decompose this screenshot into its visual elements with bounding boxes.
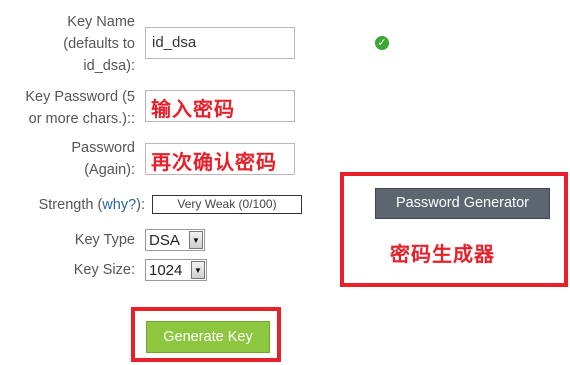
key-size-label: Key Size:	[73, 262, 135, 278]
password-generator-annotation: 密码生成器	[390, 242, 495, 266]
strength-label-text: Strength (	[38, 197, 103, 213]
key-password-label: Key Password (5 or more chars.)::	[25, 89, 135, 127]
password-generator-button[interactable]: Password Generator	[375, 188, 550, 219]
password-again-label: Password (Again):	[71, 140, 135, 178]
key-type-value: DSA	[149, 231, 180, 249]
password-again-annotation: 再次确认密码	[151, 150, 277, 174]
triangle-down-icon[interactable]: ▼	[191, 261, 205, 279]
triangle-down-icon[interactable]: ▼	[189, 231, 203, 249]
key-name-label: Key Name (defaults to id_dsa):	[63, 14, 135, 74]
key-size-select[interactable]: 1024 ▼	[145, 259, 207, 281]
key-type-label: Key Type	[74, 232, 135, 248]
key-size-value: 1024	[149, 261, 183, 279]
strength-label: Strength (why?):	[0, 194, 145, 216]
key-name-input[interactable]: id_dsa	[145, 27, 295, 59]
strength-label-end: ):	[136, 197, 145, 213]
strength-meter: Very Weak (0/100)	[152, 195, 302, 214]
generate-key-button[interactable]: Generate Key	[146, 321, 270, 353]
key-type-select[interactable]: DSA ▼	[145, 229, 205, 251]
check-circle-icon: ✓	[375, 36, 389, 50]
why-link[interactable]: why?	[102, 197, 136, 213]
key-password-annotation: 输入密码	[151, 97, 235, 121]
